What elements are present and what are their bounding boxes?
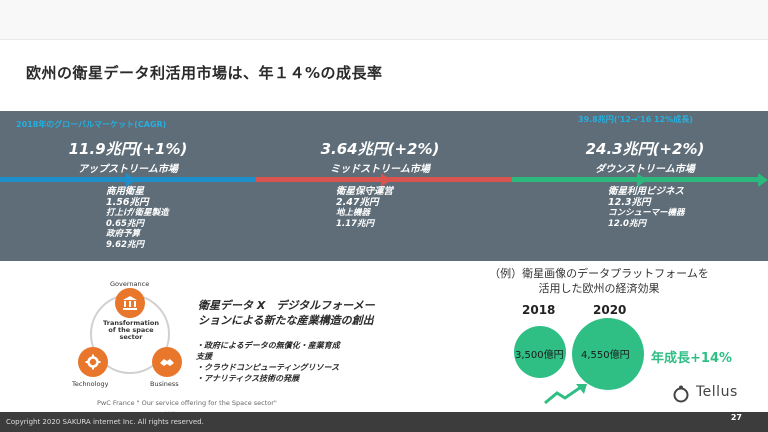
tellus-logo: Tellus [672,384,762,404]
end-arrow-icon [758,173,768,187]
bullet-item: 支援 [196,352,212,361]
trend-up-icon [544,384,587,405]
detail-value: 12.3兆円 [608,196,651,208]
governance-node [115,288,145,318]
gear-icon [85,354,101,370]
detail-value: 0.65兆円 [106,218,144,229]
detail-value: 2.47兆円 [336,196,379,208]
governance-label: Governance [110,280,150,288]
tellus-logo-icon [673,385,689,403]
bullet-item: ・政府によるデータの無償化・産業育成 [196,341,340,350]
transformation-diagram: Governance Transformation of the space s… [66,280,196,396]
downstream-arrow-icon [637,173,647,187]
source-citation: PwC France " Our service offering for th… [97,399,277,407]
footer-bar: Copyright 2020 SAKURA internet Inc. All … [0,412,768,432]
detail-item: 衛星保守運営 [336,186,394,197]
detail-item: 政府予算 [106,229,141,239]
midstream-label: ミッドストリーム市場 [330,164,430,175]
bullet-item: ・クラウドコンピューティングリソース [196,363,340,372]
downstream-bar [512,177,758,182]
business-node [152,347,182,377]
center-line: sector [119,333,143,341]
dx-bullets: ・政府によるデータの無償化・産業育成 支援 ・クラウドコンピューティングリソース… [196,340,340,384]
business-label: Business [150,380,179,388]
top-strip [0,0,768,40]
total-market-note: 39.8兆円('12→'16 12%成長) [578,115,693,124]
bullet-item: ・アナリティクス技術の発展 [196,374,300,383]
detail-value: 12.0兆円 [608,218,646,229]
global-market-note: 2018年のグローバルマーケット(CAGR) [16,120,167,129]
year-2020-label: 2020 [593,303,627,317]
technology-label: Technology [72,380,109,388]
dx-heading: 衛星データ X デジタルフォーメー ションによる新たな産業構造の創出 [198,298,428,328]
example-heading-line: 活用した欧州の経済効果 [538,282,660,295]
midstream-details: 衛星保守運営 2.47兆円 地上機器 1.17兆円 [336,186,394,229]
value-2020: 4,550億円 [581,350,630,361]
detail-value: 1.17兆円 [336,218,374,229]
page-number: 27 [730,413,742,422]
midstream-arrow-icon [381,173,391,187]
year-2018-label: 2018 [522,303,556,317]
detail-value: 9.62兆円 [106,239,144,250]
upstream-header: 11.9兆円(+1%) アップストリーム市場 [48,138,208,175]
upstream-arrow-icon [126,173,136,187]
midstream-header: 3.64兆円(+2%) ミッドストリーム市場 [290,138,470,175]
detail-item: 地上機器 [336,208,371,218]
dx-heading-line: ションによる新たな産業構造の創出 [198,314,374,327]
slide-title: 欧州の衛星データ利活用市場は、年１４%の成長率 [26,64,383,82]
upstream-details: 商用衛星 1.56兆円 打上げ/衛星製造 0.65兆円 政府予算 9.62兆円 [106,186,169,250]
detail-item: 打上げ/衛星製造 [106,208,169,218]
technology-node [78,347,108,377]
logo-text: Tellus [696,384,738,400]
detail-item: 衛星利用ビジネス [608,186,685,197]
downstream-value: 24.3兆円(+2%) [585,140,705,158]
example-heading: （例）衛星画像のデータプラットフォームを 活用した欧州の経済効果 [467,266,731,296]
government-building-icon [123,296,137,310]
upstream-value: 11.9兆円(+1%) [68,140,188,158]
downstream-header: 24.3兆円(+2%) ダウンストリーム市場 [560,138,730,175]
dx-heading-line: 衛星データ X デジタルフォーメー [198,299,375,312]
growth-rate: 年成長+14% [651,351,733,366]
value-2018: 3,500億円 [515,350,564,361]
downstream-details: 衛星利用ビジネス 12.3兆円 コンシューマー機器 12.0兆円 [608,186,685,229]
copyright-text: Copyright 2020 SAKURA internet Inc. All … [6,418,204,426]
diagram-center-text: Transformation of the space sector [99,320,163,341]
detail-item: コンシューマー機器 [608,208,685,218]
midstream-value: 3.64兆円(+2%) [320,140,440,158]
detail-value: 1.56兆円 [106,196,149,208]
handshake-icon [160,359,174,366]
example-heading-line: （例）衛星画像のデータプラットフォームを [489,267,709,280]
detail-item: 商用衛星 [106,186,145,197]
